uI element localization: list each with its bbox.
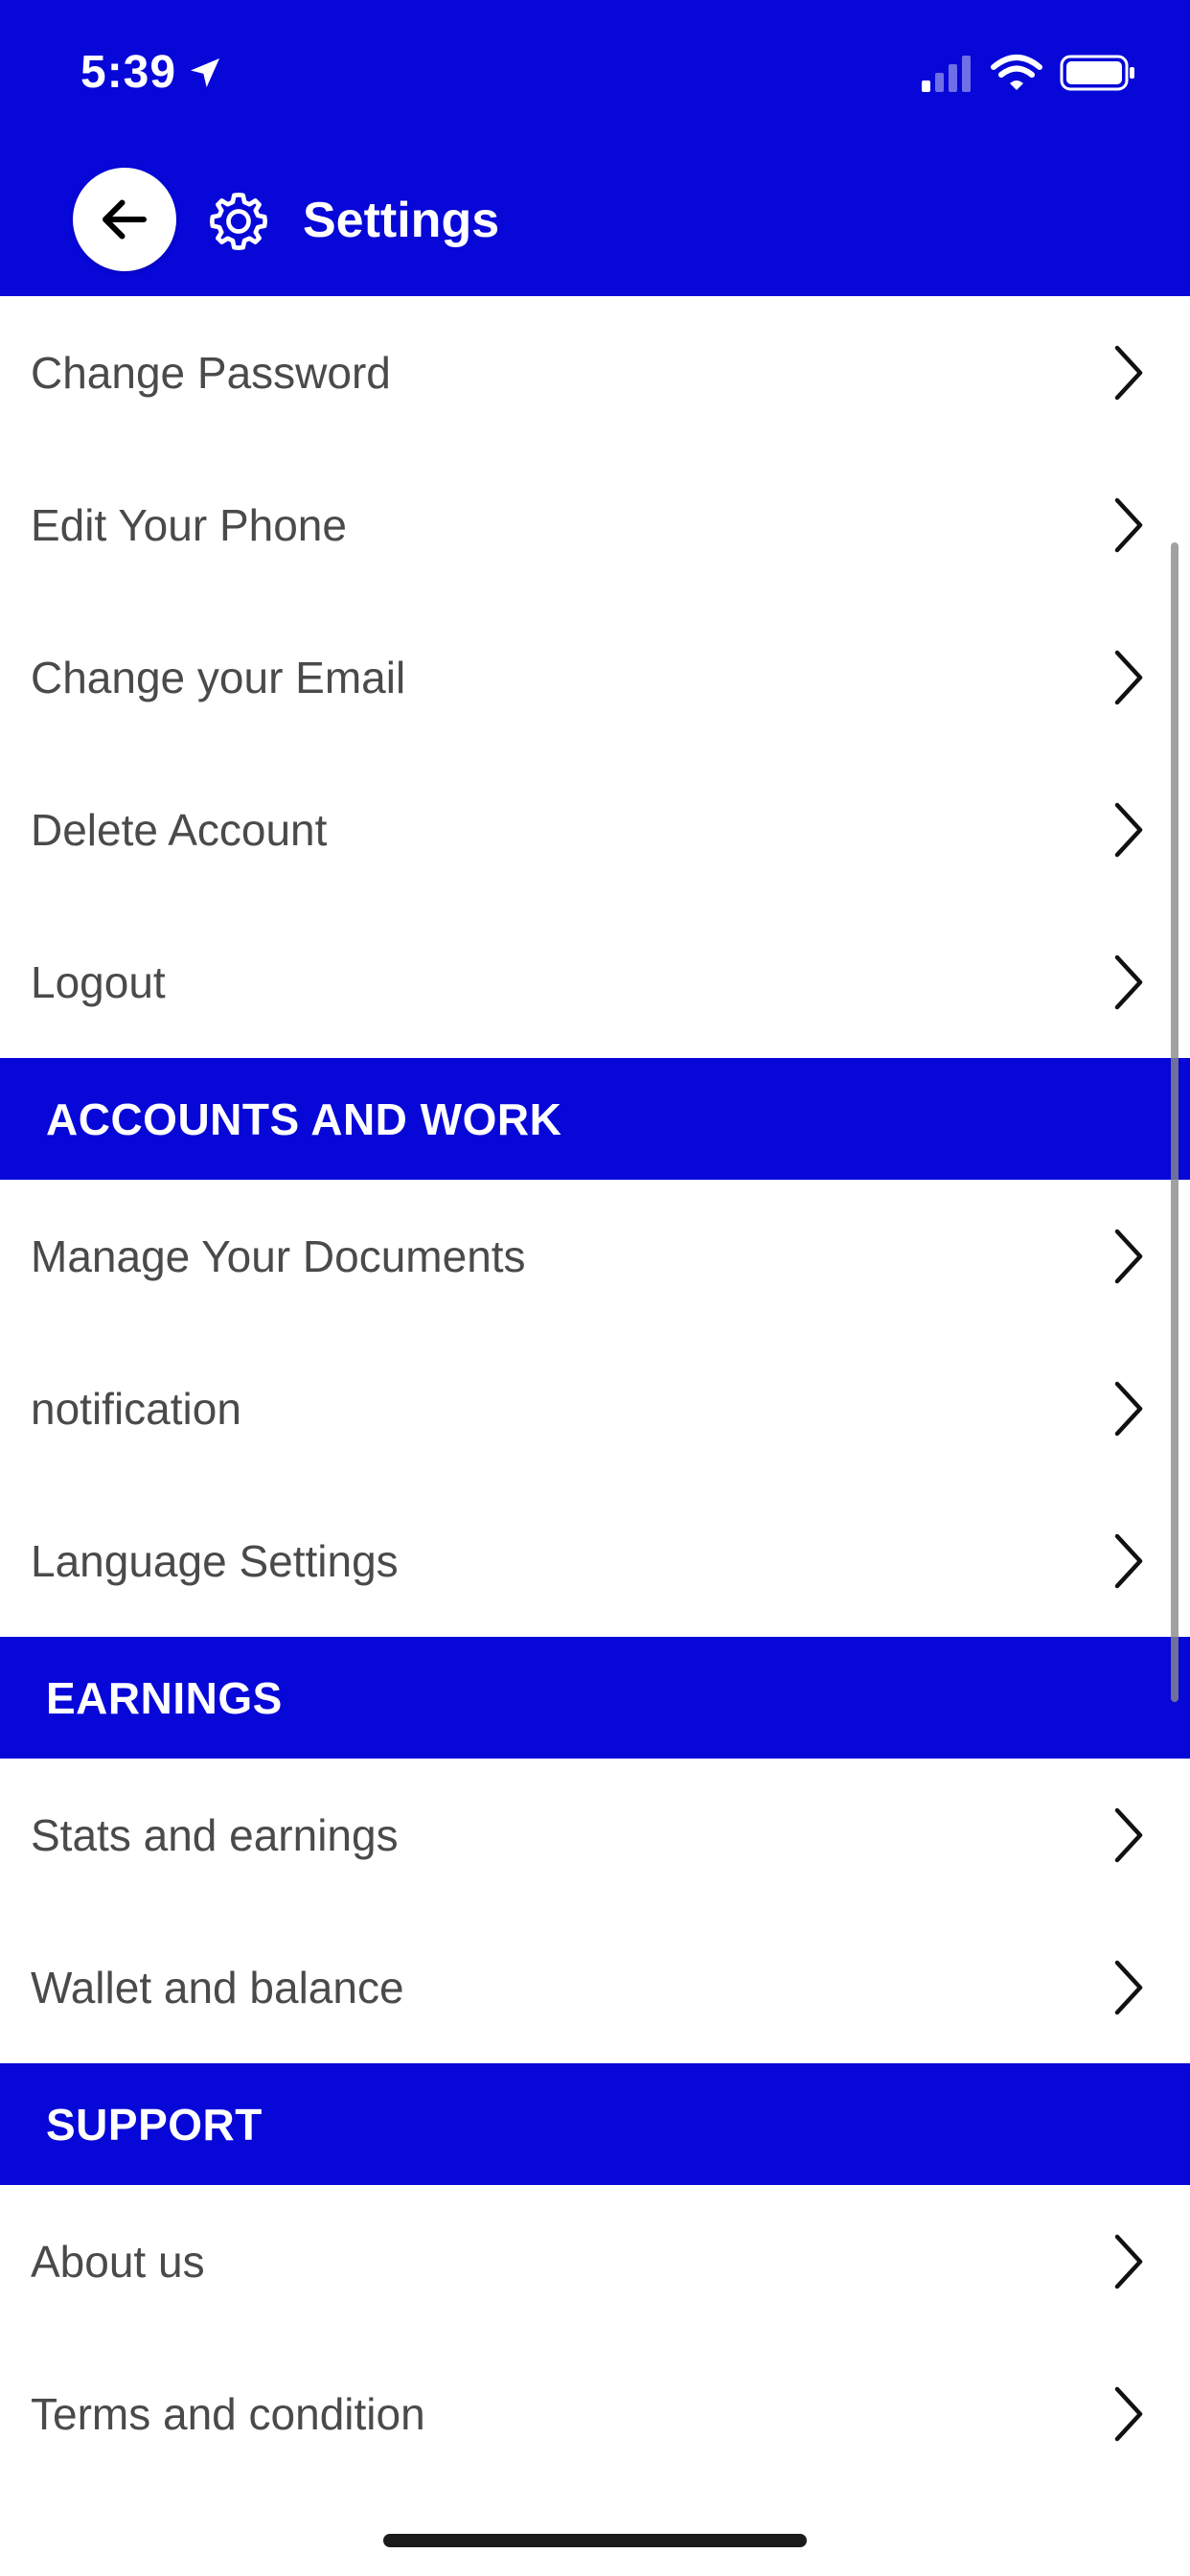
- settings-row-logout[interactable]: Logout: [0, 906, 1190, 1058]
- back-button[interactable]: [73, 168, 176, 271]
- settings-row-manage-documents[interactable]: Manage Your Documents: [0, 1180, 1190, 1332]
- chevron-right-icon: [1114, 1229, 1143, 1283]
- battery-icon: [1060, 55, 1134, 91]
- row-label: Stats and earnings: [31, 1809, 399, 1860]
- settings-row-edit-phone[interactable]: Edit Your Phone: [0, 448, 1190, 601]
- arrow-left-icon: [103, 199, 147, 240]
- settings-row-language-settings[interactable]: Language Settings: [0, 1484, 1190, 1637]
- row-label: Change your Email: [31, 652, 406, 702]
- settings-list: Change Password Edit Your Phone Change y…: [0, 296, 1190, 2490]
- settings-row-notification[interactable]: notification: [0, 1332, 1190, 1484]
- settings-row-stats-and-earnings[interactable]: Stats and earnings: [0, 1759, 1190, 1911]
- status-time: 5:39: [80, 46, 224, 99]
- settings-row-delete-account[interactable]: Delete Account: [0, 753, 1190, 906]
- settings-row-about-us[interactable]: About us: [0, 2185, 1190, 2337]
- page-title: Settings: [303, 193, 500, 248]
- section-header-accounts-and-work: ACCOUNTS AND WORK: [0, 1058, 1190, 1180]
- chevron-right-icon: [1114, 802, 1143, 857]
- chevron-right-icon: [1114, 650, 1143, 704]
- status-icons: [920, 54, 1136, 92]
- row-label: Change Password: [31, 347, 391, 398]
- settings-row-change-password[interactable]: Change Password: [0, 296, 1190, 448]
- location-arrow-icon: [191, 58, 220, 87]
- settings-row-terms-and-condition[interactable]: Terms and condition: [0, 2337, 1190, 2490]
- chevron-right-icon: [1114, 1381, 1143, 1436]
- row-label: Delete Account: [31, 804, 328, 855]
- row-label: Edit Your Phone: [31, 499, 347, 550]
- chevron-right-icon: [1114, 2386, 1143, 2441]
- row-label: Terms and condition: [31, 2388, 425, 2439]
- gear-icon: [209, 192, 268, 251]
- chevron-right-icon: [1114, 345, 1143, 400]
- chevron-right-icon: [1114, 1960, 1143, 2014]
- chevron-right-icon: [1114, 1533, 1143, 1588]
- section-header-earnings: EARNINGS: [0, 1637, 1190, 1759]
- wifi-icon: [991, 55, 1042, 90]
- app-header: 5:39 Settings: [0, 0, 1190, 296]
- row-label: notification: [31, 1383, 241, 1434]
- settings-row-wallet-and-balance[interactable]: Wallet and balance: [0, 1911, 1190, 2063]
- row-label: Logout: [31, 956, 166, 1007]
- home-indicator[interactable]: [383, 2534, 807, 2547]
- signal-icon: [922, 56, 971, 92]
- section-header-support: SUPPORT: [0, 2063, 1190, 2185]
- chevron-right-icon: [1114, 497, 1143, 552]
- chevron-right-icon: [1114, 2234, 1143, 2288]
- row-label: Wallet and balance: [31, 1962, 404, 2012]
- scrollbar[interactable]: [1171, 542, 1179, 1702]
- row-label: Manage Your Documents: [31, 1230, 526, 1281]
- row-label: Language Settings: [31, 1535, 399, 1586]
- chevron-right-icon: [1114, 954, 1143, 1009]
- row-label: About us: [31, 2236, 205, 2287]
- settings-row-change-email[interactable]: Change your Email: [0, 601, 1190, 753]
- chevron-right-icon: [1114, 1807, 1143, 1862]
